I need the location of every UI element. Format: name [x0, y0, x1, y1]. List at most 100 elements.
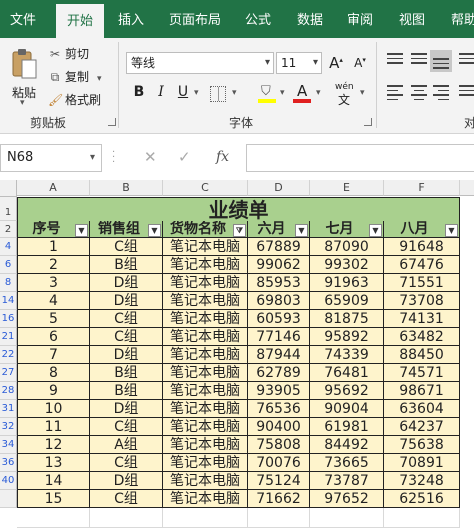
table-cell[interactable]: 4: [17, 292, 90, 310]
column-header[interactable]: B: [90, 180, 163, 196]
table-cell[interactable]: 笔记本电脑: [163, 310, 248, 328]
table-cell[interactable]: C组: [90, 328, 163, 346]
table-cell[interactable]: 笔记本电脑: [163, 436, 248, 454]
table-cell[interactable]: 91963: [310, 274, 384, 292]
chevron-down-icon[interactable]: ▾: [316, 88, 321, 98]
empty-cell[interactable]: [384, 508, 460, 528]
table-cell[interactable]: 74571: [384, 364, 460, 382]
column-header-cell[interactable]: 序号 ▼: [17, 221, 90, 238]
table-cell[interactable]: 60593: [248, 310, 310, 328]
row-header[interactable]: 31: [0, 400, 17, 418]
table-cell[interactable]: B组: [90, 256, 163, 274]
table-cell[interactable]: D组: [90, 400, 163, 418]
borders-button[interactable]: [210, 86, 226, 102]
row-header[interactable]: 34: [0, 436, 17, 454]
chevron-down-icon[interactable]: ▾: [280, 88, 285, 98]
row-header[interactable]: 36: [0, 454, 17, 472]
table-cell[interactable]: C组: [90, 454, 163, 472]
cancel-icon[interactable]: ✕: [144, 148, 157, 166]
tab-formulas[interactable]: 公式: [238, 0, 278, 38]
table-cell[interactable]: 97652: [310, 490, 384, 508]
table-cell[interactable]: 69803: [248, 292, 310, 310]
column-header-cell[interactable]: 七月 ▼: [310, 221, 384, 238]
table-cell[interactable]: 笔记本电脑: [163, 418, 248, 436]
align-left-button[interactable]: [384, 82, 406, 104]
table-cell[interactable]: 63604: [384, 400, 460, 418]
table-cell[interactable]: 15: [17, 490, 90, 508]
table-cell[interactable]: 65909: [310, 292, 384, 310]
worksheet-grid[interactable]: A B C D E F 1 2 4 6 8 14 16 21 22 27 28 31 32 34 36 40 业绩单 序号 ▼ 销…: [0, 180, 474, 529]
table-cell[interactable]: 12: [17, 436, 90, 454]
font-name-combo[interactable]: 等线 ▾: [126, 52, 274, 74]
table-cell[interactable]: 95692: [310, 382, 384, 400]
cut-button[interactable]: ✂ 剪切: [48, 45, 89, 62]
table-cell[interactable]: 11: [17, 418, 90, 436]
empty-cell[interactable]: [163, 508, 248, 528]
row-header[interactable]: 28: [0, 382, 17, 400]
filter-dropdown-icon[interactable]: ▼: [75, 224, 88, 237]
table-cell[interactable]: 62516: [384, 490, 460, 508]
more-options-icon[interactable]: · · ·: [112, 148, 115, 168]
table-cell[interactable]: 笔记本电脑: [163, 400, 248, 418]
font-size-combo[interactable]: 11 ▾: [276, 52, 322, 74]
sheet-title[interactable]: 业绩单: [17, 197, 460, 222]
table-cell[interactable]: 91648: [384, 238, 460, 256]
row-header[interactable]: 6: [0, 256, 17, 274]
table-cell[interactable]: 73665: [310, 454, 384, 472]
empty-cell[interactable]: [248, 508, 310, 528]
table-cell[interactable]: 笔记本电脑: [163, 382, 248, 400]
table-cell[interactable]: 95892: [310, 328, 384, 346]
table-cell[interactable]: B组: [90, 364, 163, 382]
table-cell[interactable]: 笔记本电脑: [163, 364, 248, 382]
chevron-down-icon[interactable]: ▾: [194, 88, 199, 98]
table-cell[interactable]: 13: [17, 454, 90, 472]
phonetic-guide-button[interactable]: wén 文: [335, 82, 359, 107]
paste-button[interactable]: 粘贴 ▾: [6, 42, 42, 108]
table-cell[interactable]: 75638: [384, 436, 460, 454]
chevron-down-icon[interactable]: ▾: [232, 88, 237, 98]
empty-cell[interactable]: [90, 508, 163, 528]
filter-dropdown-icon[interactable]: ▼: [148, 224, 161, 237]
tab-review[interactable]: 审阅: [340, 0, 380, 38]
table-cell[interactable]: 10: [17, 400, 90, 418]
table-cell[interactable]: 75124: [248, 472, 310, 490]
table-cell[interactable]: 88450: [384, 346, 460, 364]
table-cell[interactable]: 85953: [248, 274, 310, 292]
table-cell[interactable]: 笔记本电脑: [163, 328, 248, 346]
row-header[interactable]: 22: [0, 346, 17, 364]
table-cell[interactable]: D组: [90, 472, 163, 490]
table-cell[interactable]: 70891: [384, 454, 460, 472]
format-painter-button[interactable]: 🖌 格式刷: [48, 91, 101, 108]
table-cell[interactable]: 71662: [248, 490, 310, 508]
table-cell[interactable]: B组: [90, 382, 163, 400]
indent-button[interactable]: [456, 82, 474, 104]
tab-file[interactable]: 文件: [0, 0, 46, 38]
filter-dropdown-icon[interactable]: ▼: [445, 224, 458, 237]
table-cell[interactable]: 笔记本电脑: [163, 274, 248, 292]
table-cell[interactable]: 64237: [384, 418, 460, 436]
increase-font-button[interactable]: A▴: [327, 54, 345, 72]
column-header-cell[interactable]: 销售组 ▼: [90, 221, 163, 238]
clipboard-dialog-launcher[interactable]: [108, 118, 116, 126]
table-cell[interactable]: 63482: [384, 328, 460, 346]
table-cell[interactable]: 81875: [310, 310, 384, 328]
table-cell[interactable]: 67476: [384, 256, 460, 274]
table-cell[interactable]: 71551: [384, 274, 460, 292]
table-cell[interactable]: 62789: [248, 364, 310, 382]
decrease-font-button[interactable]: A▾: [351, 56, 369, 70]
empty-cell[interactable]: [310, 508, 384, 528]
row-header[interactable]: 2: [0, 221, 17, 238]
tab-home[interactable]: 开始: [56, 4, 104, 38]
table-cell[interactable]: 9: [17, 382, 90, 400]
table-cell[interactable]: C组: [90, 310, 163, 328]
row-header[interactable]: 4: [0, 238, 17, 256]
table-cell[interactable]: 笔记本电脑: [163, 346, 248, 364]
table-cell[interactable]: 2: [17, 256, 90, 274]
name-box[interactable]: N68 ▾: [0, 144, 102, 172]
table-cell[interactable]: 99062: [248, 256, 310, 274]
table-cell[interactable]: 5: [17, 310, 90, 328]
table-cell[interactable]: 73248: [384, 472, 460, 490]
table-cell[interactable]: 67889: [248, 238, 310, 256]
column-header-cell[interactable]: 货物名称 ⧩: [163, 221, 248, 238]
underline-button[interactable]: U: [174, 84, 192, 100]
